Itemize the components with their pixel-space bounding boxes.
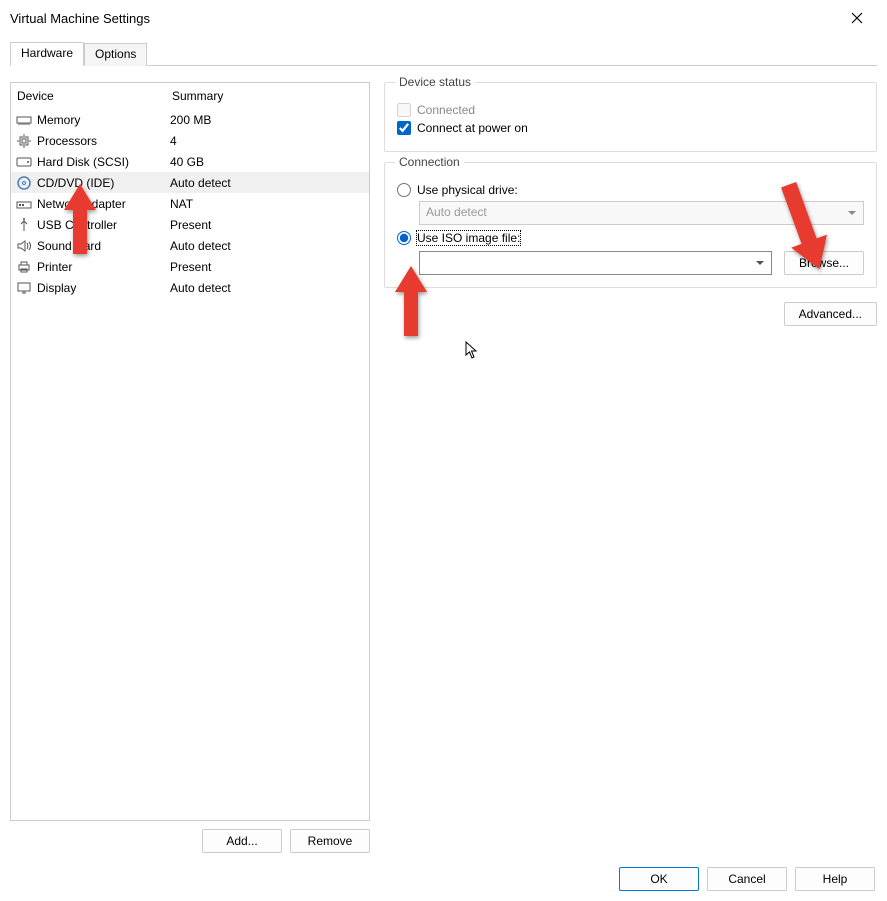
device-list-header: Device Summary	[11, 83, 369, 109]
printer-icon	[15, 259, 33, 275]
device-name: Memory	[37, 113, 80, 127]
add-button[interactable]: Add...	[202, 829, 282, 853]
device-name: Hard Disk (SCSI)	[37, 155, 129, 169]
device-name: CD/DVD (IDE)	[37, 176, 114, 190]
use-physical-row[interactable]: Use physical drive:	[397, 183, 864, 197]
col-summary: Summary	[172, 89, 363, 103]
tab-options[interactable]: Options	[84, 43, 147, 66]
display-icon	[15, 280, 33, 296]
use-physical-label: Use physical drive:	[417, 183, 518, 197]
dialog-button-bar: OK Cancel Help	[619, 867, 875, 891]
tab-strip: Hardware Options	[10, 42, 877, 66]
tab-options-label: Options	[95, 47, 136, 61]
col-device: Device	[17, 89, 172, 103]
device-name: Network Adapter	[37, 197, 126, 211]
browse-label: Browse...	[799, 256, 849, 270]
advanced-label: Advanced...	[799, 307, 862, 321]
use-iso-label: Use ISO image file:	[417, 231, 520, 245]
use-iso-row[interactable]: Use ISO image file:	[397, 231, 864, 245]
device-summary: NAT	[170, 197, 365, 211]
device-row-display[interactable]: Display Auto detect	[11, 277, 369, 298]
connect-poweron-row[interactable]: Connect at power on	[397, 121, 864, 135]
close-button[interactable]	[837, 0, 877, 36]
use-physical-radio[interactable]	[397, 183, 411, 197]
physical-drive-combo-wrap: Auto detect	[419, 201, 864, 225]
tab-hardware[interactable]: Hardware	[10, 42, 84, 66]
device-row-memory[interactable]: Memory 200 MB	[11, 109, 369, 130]
close-icon	[851, 12, 863, 24]
physical-drive-combo[interactable]: Auto detect	[419, 201, 864, 225]
cancel-button[interactable]: Cancel	[707, 867, 787, 891]
connection-title: Connection	[395, 155, 464, 169]
cancel-label: Cancel	[728, 872, 765, 886]
usb-icon	[15, 217, 33, 233]
connected-label: Connected	[417, 103, 475, 117]
device-summary: Auto detect	[170, 239, 365, 253]
device-summary: Auto detect	[170, 281, 365, 295]
add-label: Add...	[226, 834, 257, 848]
connected-checkbox	[397, 103, 411, 117]
device-status-group: Device status Connected Connect at power…	[384, 82, 877, 152]
ok-label: OK	[650, 872, 667, 886]
device-status-title: Device status	[395, 75, 475, 89]
help-button[interactable]: Help	[795, 867, 875, 891]
cpu-icon	[15, 133, 33, 149]
browse-button[interactable]: Browse...	[784, 251, 864, 275]
device-list: Device Summary Memory 200 MB Processors 4 Ha…	[10, 82, 370, 821]
device-row-cd[interactable]: CD/DVD (IDE) Auto detect	[11, 172, 369, 193]
sound-icon	[15, 238, 33, 254]
device-name: Processors	[37, 134, 97, 148]
remove-button[interactable]: Remove	[290, 829, 370, 853]
advanced-button[interactable]: Advanced...	[784, 302, 877, 326]
device-row-hdd[interactable]: Hard Disk (SCSI) 40 GB	[11, 151, 369, 172]
device-summary: Present	[170, 260, 365, 274]
remove-label: Remove	[308, 834, 353, 848]
title-bar: Virtual Machine Settings	[0, 0, 887, 36]
window-title: Virtual Machine Settings	[10, 11, 150, 26]
connect-poweron-checkbox[interactable]	[397, 121, 411, 135]
device-summary: Auto detect	[170, 176, 365, 190]
device-row-cpu[interactable]: Processors 4	[11, 130, 369, 151]
device-name: Display	[37, 281, 76, 295]
iso-path-combo[interactable]	[419, 251, 772, 275]
help-label: Help	[823, 872, 848, 886]
net-icon	[15, 196, 33, 212]
device-row-usb[interactable]: USB Controller Present	[11, 214, 369, 235]
ok-button[interactable]: OK	[619, 867, 699, 891]
device-summary: 4	[170, 134, 365, 148]
device-name: Printer	[37, 260, 72, 274]
device-summary: 200 MB	[170, 113, 365, 127]
connection-group: Connection Use physical drive: Auto dete…	[384, 162, 877, 288]
cd-icon	[15, 175, 33, 191]
hdd-icon	[15, 154, 33, 170]
physical-drive-value: Auto detect	[426, 205, 487, 219]
device-row-sound[interactable]: Sound Card Auto detect	[11, 235, 369, 256]
memory-icon	[15, 112, 33, 128]
tab-hardware-label: Hardware	[21, 46, 73, 60]
device-name: USB Controller	[37, 218, 117, 232]
device-row-net[interactable]: Network Adapter NAT	[11, 193, 369, 214]
device-summary: 40 GB	[170, 155, 365, 169]
device-summary: Present	[170, 218, 365, 232]
connect-poweron-label: Connect at power on	[417, 121, 528, 135]
connected-checkbox-row[interactable]: Connected	[397, 103, 864, 117]
use-iso-radio[interactable]	[397, 231, 411, 245]
device-row-printer[interactable]: Printer Present	[11, 256, 369, 277]
device-name: Sound Card	[37, 239, 101, 253]
